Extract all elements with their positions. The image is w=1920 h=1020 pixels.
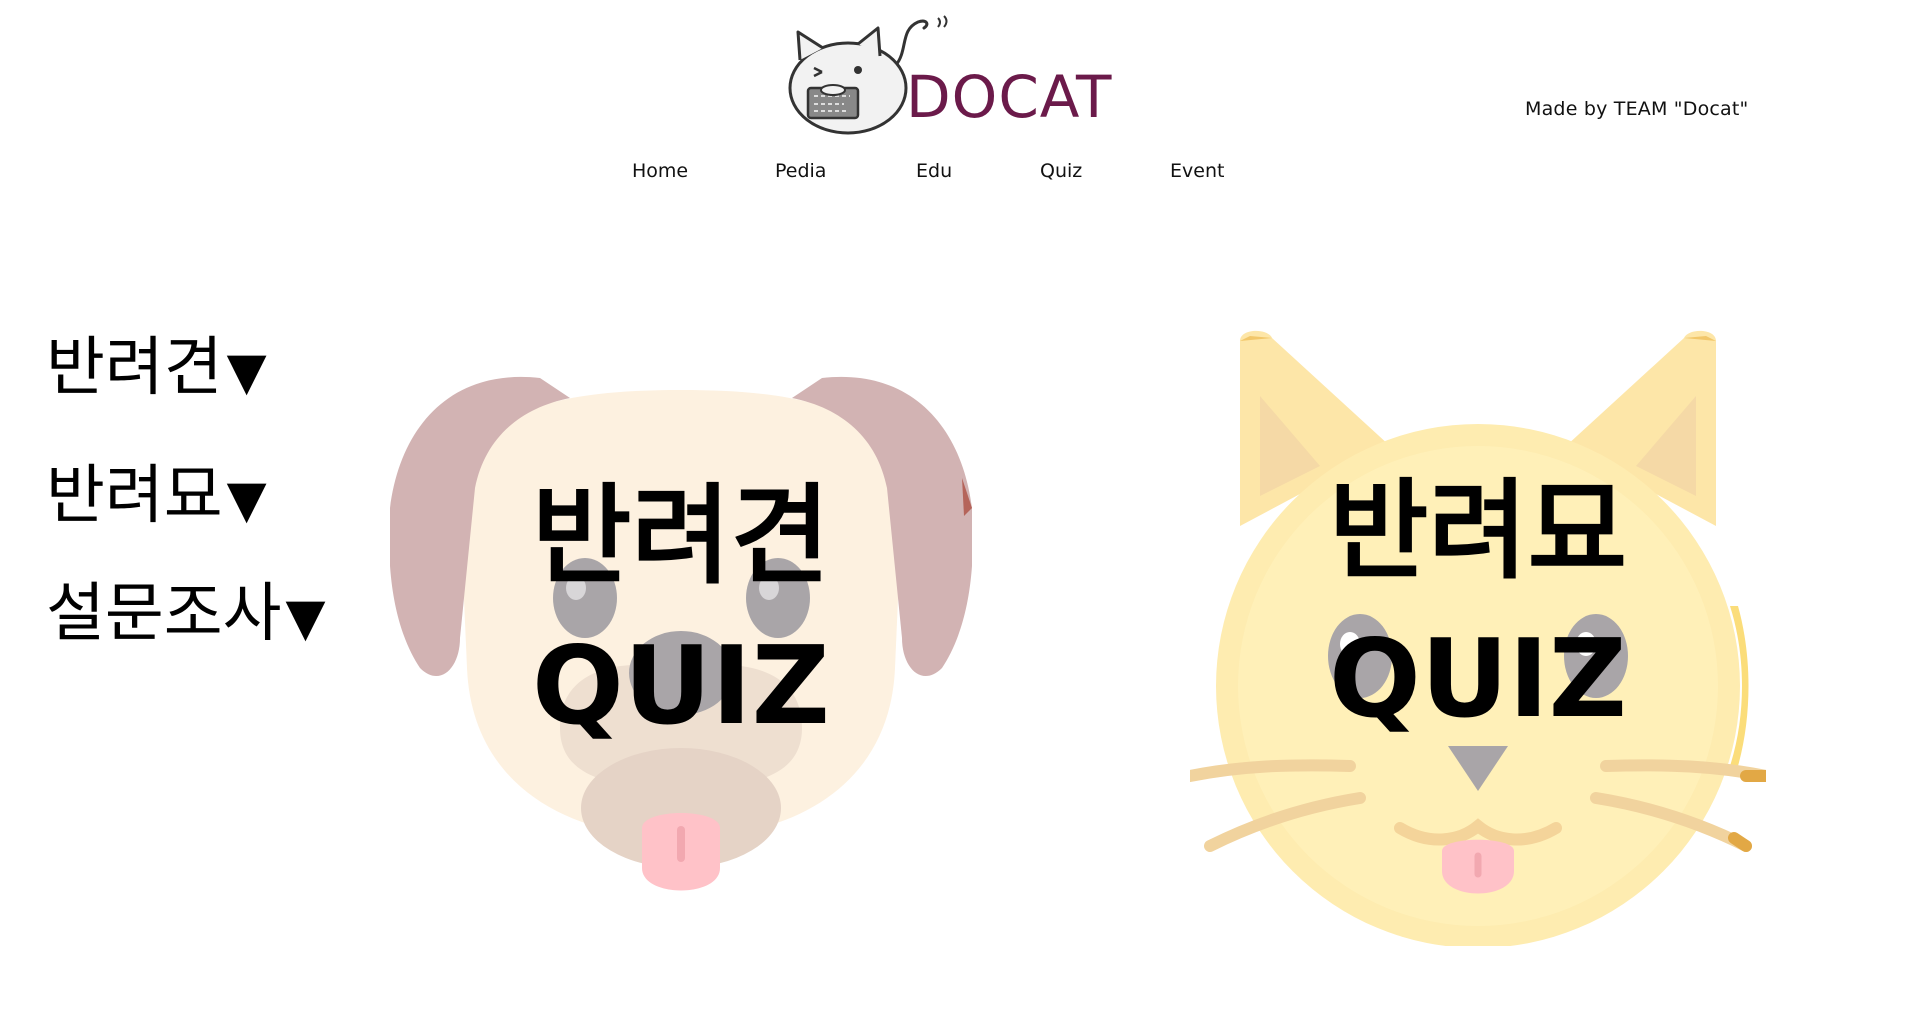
team-credit: Made by TEAM "Docat" — [1525, 98, 1749, 120]
dog-quiz-card[interactable]: 반려견 QUIZ — [390, 368, 972, 918]
dog-quiz-subtitle: QUIZ — [531, 624, 830, 749]
main-nav: Home Pedia Edu Quiz Event — [0, 160, 1920, 190]
side-item-label: 반려견 — [46, 331, 223, 405]
dog-quiz-title: 반려견 — [531, 474, 831, 599]
nav-event[interactable]: Event — [1170, 160, 1224, 182]
dropdown-arrow-icon: ▼ — [226, 342, 267, 402]
nav-pedia[interactable]: Pedia — [775, 160, 826, 182]
side-item-label: 반려묘 — [46, 459, 223, 533]
dropdown-arrow-icon: ▼ — [226, 470, 267, 530]
logo-text: DOCAT — [906, 63, 1113, 131]
page: DOCAT Made by TEAM "Docat" Home Pedia Ed… — [0, 0, 1920, 1020]
cat-quiz-title: 반려묘 — [1328, 469, 1628, 594]
nav-home[interactable]: Home — [632, 160, 688, 182]
cat-quiz-card[interactable]: 반려묘 QUIZ — [1190, 326, 1766, 946]
nav-quiz[interactable]: Quiz — [1040, 160, 1082, 182]
side-item-dog[interactable]: 반려견▼ — [46, 336, 267, 400]
side-item-cat[interactable]: 반려묘▼ — [46, 464, 267, 528]
nav-edu[interactable]: Edu — [916, 160, 952, 182]
cat-quiz-subtitle: QUIZ — [1328, 617, 1627, 742]
docat-logo[interactable]: DOCAT — [778, 10, 1123, 138]
side-item-label: 설문조사 — [46, 577, 282, 651]
side-item-survey[interactable]: 설문조사▼ — [46, 582, 326, 646]
dropdown-arrow-icon: ▼ — [285, 588, 326, 648]
